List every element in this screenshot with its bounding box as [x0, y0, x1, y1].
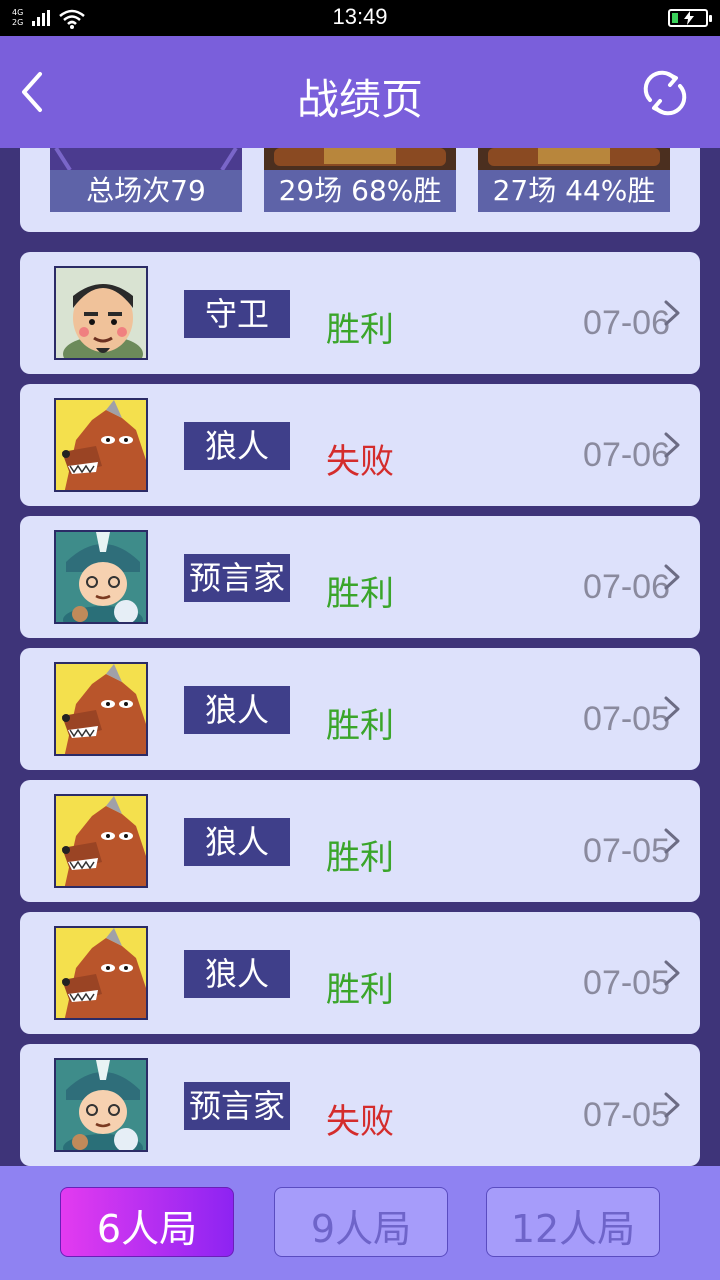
status-time: 13:49: [332, 4, 388, 29]
page-title: 战绩页: [296, 75, 423, 124]
chevron-right-icon: [664, 696, 680, 722]
stat-villager-label: 27场 44%胜: [478, 170, 670, 212]
mode-tab-bar: 6人局 9人局 12人局: [0, 1166, 720, 1280]
date-label: 07-06: [583, 304, 670, 342]
chevron-right-icon: [664, 960, 680, 986]
villager-card-image: [478, 148, 670, 170]
chevron-right-icon: [664, 1092, 680, 1118]
stat-total: 总场次79: [50, 148, 242, 212]
role-avatar-werewolf: [54, 926, 148, 1020]
chevron-right-icon: [664, 432, 680, 458]
role-badge: 狼人: [184, 422, 290, 470]
date-label: 07-05: [583, 964, 670, 1002]
result-label: 胜利: [326, 706, 394, 746]
result-label: 胜利: [326, 574, 394, 614]
role-badge: 狼人: [184, 950, 290, 998]
result-label: 胜利: [326, 970, 394, 1010]
role-badge: 狼人: [184, 686, 290, 734]
stat-total-label: 总场次79: [50, 170, 242, 212]
role-card-image: [50, 148, 242, 170]
record-row[interactable]: 狼人 胜利 07-05: [20, 648, 700, 770]
result-label: 胜利: [326, 838, 394, 878]
stat-werewolf-label: 29场 68%胜: [264, 170, 456, 212]
result-label: 胜利: [326, 310, 394, 350]
record-row[interactable]: 狼人 胜利 07-05: [20, 780, 700, 902]
date-label: 07-05: [583, 1096, 670, 1134]
result-label: 失败: [326, 442, 394, 482]
date-label: 07-05: [583, 832, 670, 870]
record-row[interactable]: 守卫 胜利 07-06: [20, 252, 700, 374]
role-avatar-seer: [54, 1058, 148, 1152]
result-label: 失败: [326, 1102, 394, 1142]
stat-werewolf: 29场 68%胜: [264, 148, 456, 212]
refresh-icon[interactable]: [640, 70, 690, 116]
chevron-right-icon: [664, 564, 680, 590]
status-bar: 4G 2G 13:49: [0, 0, 720, 36]
record-row[interactable]: 狼人 失败 07-06: [20, 384, 700, 506]
record-row[interactable]: 预言家 失败 07-05: [20, 1044, 700, 1166]
chevron-right-icon: [664, 828, 680, 854]
tab-6-players[interactable]: 6人局: [60, 1187, 234, 1257]
role-badge: 预言家: [184, 554, 290, 602]
record-row[interactable]: 狼人 胜利 07-05: [20, 912, 700, 1034]
date-label: 07-06: [583, 568, 670, 606]
role-avatar-werewolf: [54, 398, 148, 492]
stat-villager: 27场 44%胜: [478, 148, 670, 212]
header-bar: 战绩页: [0, 36, 720, 148]
role-avatar-werewolf: [54, 662, 148, 756]
role-avatar-werewolf: [54, 794, 148, 888]
summary-card: 总场次79 29场 68%胜 27场 44%胜: [20, 148, 700, 232]
werewolf-card-image: [264, 148, 456, 170]
role-avatar-seer: [54, 530, 148, 624]
date-label: 07-05: [583, 700, 670, 738]
role-badge: 预言家: [184, 1082, 290, 1130]
chevron-right-icon: [664, 300, 680, 326]
role-avatar-guard: [54, 266, 148, 360]
tab-12-players[interactable]: 12人局: [486, 1187, 660, 1257]
role-badge: 狼人: [184, 818, 290, 866]
date-label: 07-06: [583, 436, 670, 474]
battery-icon: [668, 9, 712, 27]
role-badge: 守卫: [184, 290, 290, 338]
tab-9-players[interactable]: 9人局: [274, 1187, 448, 1257]
record-row[interactable]: 预言家 胜利 07-06: [20, 516, 700, 638]
